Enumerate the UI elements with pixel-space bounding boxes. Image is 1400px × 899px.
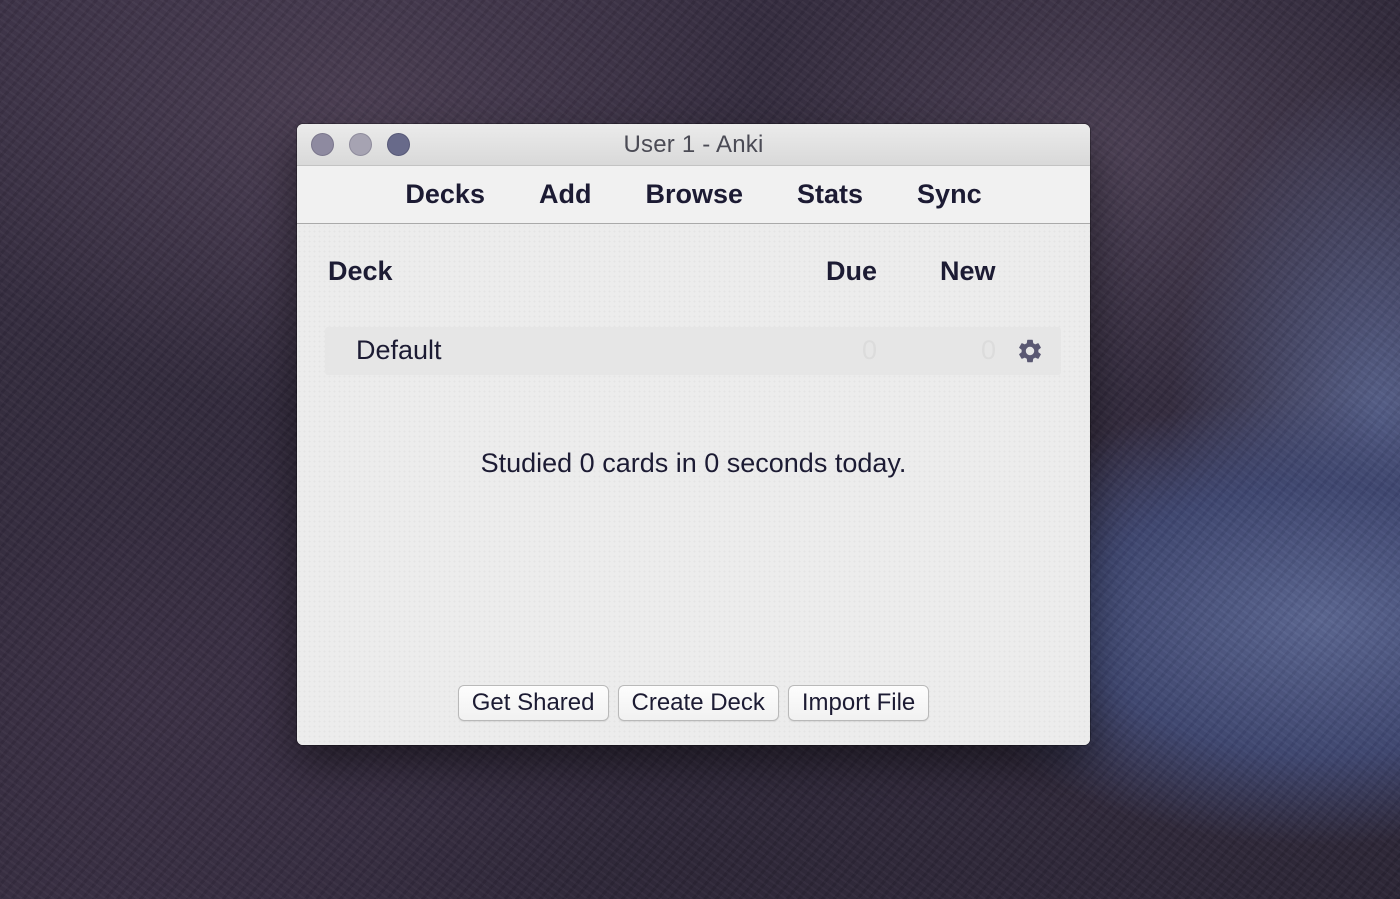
main-toolbar: Decks Add Browse Stats Sync xyxy=(297,166,1090,224)
get-shared-button[interactable]: Get Shared xyxy=(457,685,609,721)
close-window-button[interactable] xyxy=(311,133,334,156)
deck-new-count: 0 xyxy=(981,335,997,365)
toolbar-stats-link[interactable]: Stats xyxy=(797,179,863,210)
gear-icon[interactable] xyxy=(1016,337,1044,365)
deck-browser: Deck Due New Default 0 0 Studied 0 cards… xyxy=(297,224,1090,745)
deck-row[interactable]: Default 0 0 xyxy=(325,327,1061,375)
toolbar-sync-link[interactable]: Sync xyxy=(917,179,982,210)
deck-column-header: Deck xyxy=(328,256,393,286)
bottom-action-bar: Get Shared Create Deck Import File xyxy=(297,685,1090,721)
toolbar-add-link[interactable]: Add xyxy=(539,179,591,210)
title-bar[interactable]: User 1 - Anki xyxy=(297,124,1090,166)
deck-name-link[interactable]: Default xyxy=(356,335,442,366)
study-summary-text: Studied 0 cards in 0 seconds today. xyxy=(480,448,907,478)
zoom-window-button[interactable] xyxy=(387,133,410,156)
anki-main-window: User 1 - Anki Decks Add Browse Stats Syn… xyxy=(297,124,1090,745)
minimize-window-button[interactable] xyxy=(349,133,372,156)
window-title: User 1 - Anki xyxy=(623,130,764,158)
new-column-header: New xyxy=(940,256,996,286)
deck-due-count: 0 xyxy=(862,335,878,365)
desktop-background: User 1 - Anki Decks Add Browse Stats Syn… xyxy=(0,0,1400,899)
toolbar-decks-link[interactable]: Decks xyxy=(405,179,485,210)
toolbar-browse-link[interactable]: Browse xyxy=(645,179,743,210)
due-column-header: Due xyxy=(826,256,878,286)
import-file-button[interactable]: Import File xyxy=(787,685,930,721)
window-controls xyxy=(311,133,410,156)
create-deck-button[interactable]: Create Deck xyxy=(617,685,779,721)
